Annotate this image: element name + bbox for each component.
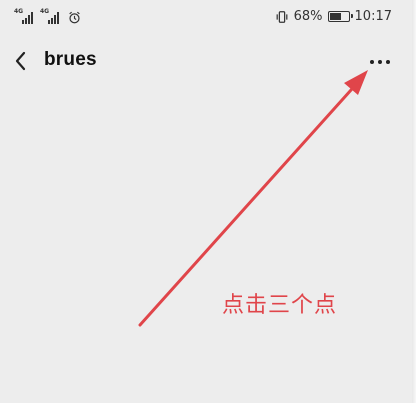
alarm-clock-icon — [69, 11, 80, 24]
screen-edge — [412, 0, 416, 403]
chat-screen: 4G 4G 68% 10:17 brues 点击三个点 — [0, 0, 416, 403]
signal-icon: 4G — [14, 8, 36, 24]
battery-icon — [327, 11, 353, 22]
title-bar: brues — [0, 40, 416, 84]
signal-icon: 4G — [40, 8, 62, 24]
back-chevron-icon[interactable] — [12, 50, 30, 72]
status-right: 68% 10:17 — [275, 9, 392, 24]
battery-fill — [329, 13, 342, 20]
annotation-text: 点击三个点 — [222, 293, 338, 318]
vibrate-icon — [276, 10, 288, 23]
status-left: 4G 4G — [14, 8, 81, 24]
chat-title: brues — [44, 49, 97, 70]
more-dots-icon[interactable] — [366, 56, 398, 70]
clock-time: 10:17 — [354, 9, 392, 24]
status-bar: 4G 4G 68% 10:17 — [0, 0, 416, 34]
battery-percent: 68% — [293, 9, 323, 24]
